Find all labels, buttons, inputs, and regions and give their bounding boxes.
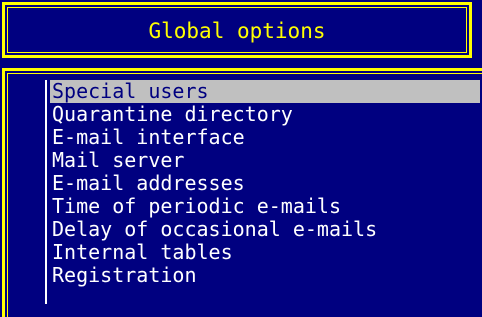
menu-item-email-addresses[interactable]: E-mail addresses [50, 172, 480, 195]
menu-panel-inner-left-border [7, 73, 8, 317]
menu-item-time-of-periodic-emails[interactable]: Time of periodic e-mails [50, 195, 480, 218]
menu-item-internal-tables[interactable]: Internal tables [50, 241, 480, 264]
options-menu-panel: Special users Quarantine directory E-mai… [2, 68, 482, 317]
menu-left-rule [45, 80, 47, 304]
menu-item-mail-server[interactable]: Mail server [50, 149, 480, 172]
window-title: Global options [148, 19, 326, 43]
title-panel: Global options [2, 2, 472, 58]
menu-item-special-users[interactable]: Special users [50, 80, 480, 103]
menu-item-delay-of-occasional-emails[interactable]: Delay of occasional e-mails [50, 218, 480, 241]
menu-item-registration[interactable]: Registration [50, 264, 480, 287]
menu-item-email-interface[interactable]: E-mail interface [50, 126, 480, 149]
console-screen: Global options Special users Quarantine … [0, 0, 482, 317]
menu-item-quarantine-directory[interactable]: Quarantine directory [50, 103, 480, 126]
menu-panel-inner-top-border [7, 73, 482, 74]
options-menu-list: Special users Quarantine directory E-mai… [50, 80, 480, 287]
